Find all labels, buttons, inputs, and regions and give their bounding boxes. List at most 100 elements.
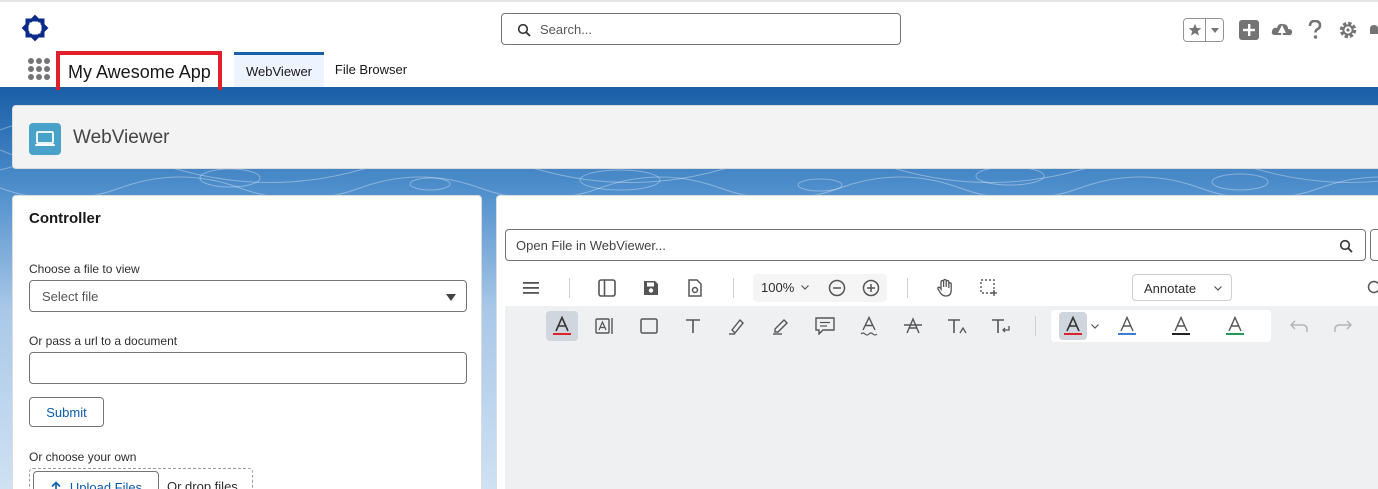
select-tool-button[interactable]	[975, 274, 1003, 302]
pen-icon	[773, 319, 788, 335]
left-panel-button[interactable]	[593, 274, 621, 302]
toolbar-separator	[1035, 316, 1036, 336]
zoom-in-button[interactable]	[857, 274, 885, 302]
text-color-presets	[1051, 310, 1271, 342]
page-icon	[29, 123, 61, 155]
page-header: WebViewer	[12, 105, 1378, 169]
drop-files-label: Or drop files	[167, 479, 238, 489]
zoom-out-icon	[828, 279, 846, 297]
chevron-down-icon[interactable]	[1091, 324, 1099, 329]
chevron-down-icon	[1214, 286, 1222, 291]
comment-tool-button[interactable]	[811, 312, 839, 340]
toolbar-separator	[907, 278, 908, 298]
search-icon	[517, 23, 531, 37]
favorites-menu-button[interactable]	[1205, 19, 1223, 41]
global-search[interactable]	[501, 13, 901, 45]
text-replace-icon	[992, 319, 1010, 333]
global-search-input[interactable]	[540, 18, 890, 40]
text-highlight-icon	[553, 316, 571, 335]
controller-title: Controller	[29, 210, 101, 227]
help-button[interactable]	[1304, 19, 1326, 41]
highlighter-tool-button[interactable]	[723, 312, 751, 340]
file-select-value: Select file	[42, 289, 99, 304]
toolbar-separator	[733, 278, 734, 298]
zoom-control: 100%	[753, 274, 887, 302]
favorite-button[interactable]	[1184, 19, 1205, 41]
tab-file-browser[interactable]: File Browser	[330, 52, 412, 87]
text-insert-icon	[948, 319, 967, 334]
color-preset-red[interactable]	[1059, 312, 1087, 340]
text-t-icon	[686, 319, 700, 333]
save-button[interactable]	[637, 274, 665, 302]
question-icon	[1308, 20, 1322, 39]
rectangle-icon	[640, 318, 658, 334]
app-logo-icon[interactable]	[20, 13, 50, 43]
file-settings-button[interactable]	[681, 274, 709, 302]
upload-icon	[51, 481, 61, 489]
save-icon	[644, 281, 658, 295]
zoom-in-icon	[862, 279, 880, 297]
pen-tool-button[interactable]	[767, 312, 795, 340]
upload-label: Or choose your own	[29, 450, 137, 464]
zoom-out-button[interactable]	[823, 274, 851, 302]
document-viewport[interactable]	[505, 346, 1378, 489]
file-gear-icon	[688, 279, 702, 297]
file-dropzone[interactable]: Upload Files Or drop files	[29, 468, 253, 489]
tab-webviewer[interactable]: WebViewer	[234, 52, 324, 87]
zoom-value[interactable]: 100%	[761, 280, 794, 295]
redo-button[interactable]	[1329, 312, 1357, 340]
controller-card: Controller Choose a file to view Select …	[12, 195, 482, 489]
viewer-search-button[interactable]	[1361, 274, 1378, 302]
submit-button[interactable]: Submit	[29, 397, 104, 427]
gear-icon	[1339, 21, 1357, 39]
caret-down-icon	[446, 294, 456, 301]
upload-files-button[interactable]: Upload Files	[33, 471, 159, 489]
file-select[interactable]: Select file	[29, 280, 467, 312]
panel-icon	[598, 279, 616, 297]
app-navigation-bar: My Awesome App WebViewer File Browser	[0, 51, 1378, 94]
highlighter-icon	[729, 318, 744, 335]
hand-icon	[937, 278, 952, 297]
bell-icon	[1370, 25, 1378, 34]
favorites-group	[1183, 18, 1224, 42]
marquee-select-icon	[980, 279, 997, 296]
text-color-icon	[1118, 316, 1136, 335]
text-color-tool-button[interactable]	[546, 311, 578, 341]
text-tool-button[interactable]	[679, 312, 707, 340]
toolbar-separator	[569, 278, 570, 298]
annotation-toolbar	[505, 306, 1378, 346]
open-file-input[interactable]	[516, 235, 1316, 255]
search-icon[interactable]	[1339, 239, 1353, 253]
text-color-icon	[1226, 316, 1244, 335]
global-actions-button[interactable]	[1238, 19, 1260, 41]
undo-button[interactable]	[1285, 312, 1313, 340]
chevron-down-icon[interactable]	[801, 285, 809, 290]
free-text-tool-button[interactable]	[591, 312, 619, 340]
open-file-field[interactable]	[505, 229, 1366, 261]
search-icon	[1367, 280, 1378, 294]
strikeout-tool-button[interactable]	[899, 312, 927, 340]
page-title: WebViewer	[73, 127, 170, 148]
toolbar-mode-select[interactable]: Annotate	[1132, 274, 1232, 301]
settings-button[interactable]	[1337, 19, 1359, 41]
global-header	[0, 0, 1378, 52]
color-preset-blue[interactable]	[1113, 312, 1141, 340]
text-box-icon	[595, 318, 613, 334]
open-file-button[interactable]	[1370, 229, 1378, 261]
notifications-button[interactable]	[1370, 19, 1378, 41]
color-preset-black[interactable]	[1167, 312, 1195, 340]
webviewer-header-toolbar: 100% Annotate	[505, 270, 1378, 306]
app-launcher-icon[interactable]	[28, 58, 50, 80]
color-preset-green[interactable]	[1221, 312, 1249, 340]
pan-tool-button[interactable]	[931, 274, 959, 302]
trailhead-button[interactable]	[1271, 19, 1293, 41]
url-input[interactable]	[29, 352, 467, 384]
replace-text-tool-button[interactable]	[987, 312, 1015, 340]
menu-button[interactable]	[517, 274, 545, 302]
squiggly-tool-button[interactable]	[855, 312, 883, 340]
cloud-tree-icon	[1271, 23, 1293, 36]
insert-text-tool-button[interactable]	[943, 312, 971, 340]
toolbar-mode-value: Annotate	[1144, 281, 1197, 296]
file-select-label: Choose a file to view	[29, 262, 140, 276]
rectangle-tool-button[interactable]	[635, 312, 663, 340]
